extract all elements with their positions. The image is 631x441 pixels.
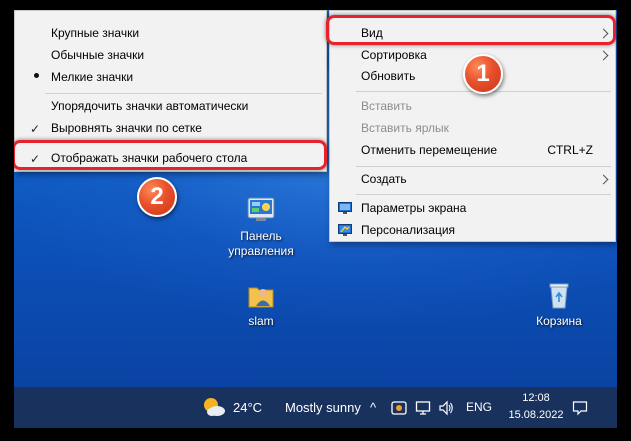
menu-item-paste-shortcut: Вставить ярлык [361,121,449,135]
highlight-view-item [326,15,616,45]
menu-item-display-settings[interactable]: Параметры экрана [361,197,466,219]
highlight-show-icons-item [14,140,327,170]
menu-item-paste: Вставить [361,99,412,113]
recycle-bin-icon [544,280,574,310]
menu-item-align-to-grid[interactable]: Выровнять значки по сетке [51,117,202,139]
desktop-icon-label: slam [248,314,274,328]
notification-icon[interactable] [572,400,588,416]
check-icon: ✓ [30,122,41,136]
taskbar: 24°C Mostly sunny ^ ENG 12:08 15.08.2022 [14,387,617,428]
weather-condition[interactable]: Mostly sunny [285,387,361,428]
desktop-icon-recycle-bin[interactable]: Корзина [514,280,604,329]
menu-separator [356,166,611,167]
menu-item-undo-move[interactable]: Отменить перемещение [361,139,497,161]
menu-item-sort[interactable]: Сортировка [361,44,427,66]
screenshot-frame: Крупные значки Обычные значки Мелкие зна… [0,0,631,441]
step-badge-2: 2 [137,177,177,217]
menu-item-medium-icons[interactable]: Обычные значки [51,44,144,66]
menu-item-refresh[interactable]: Обновить [361,65,415,87]
bullet-icon [34,73,39,78]
personalize-icon [338,224,352,236]
monitor-icon [338,202,352,214]
clock[interactable]: 12:08 15.08.2022 [501,390,571,424]
tray-chevron-icon[interactable]: ^ [370,387,376,428]
menu-separator [45,93,322,94]
menu-item-personalize[interactable]: Персонализация [361,219,455,241]
chevron-right-icon [598,174,609,185]
volume-icon[interactable] [438,400,454,416]
shortcut-undo: CTRL+Z [547,143,593,157]
menu-item-large-icons[interactable]: Крупные значки [51,22,139,44]
chevron-right-icon [598,50,609,61]
menu-separator [356,194,611,195]
desktop-icon-label: Корзина [536,314,582,328]
menu-item-auto-arrange[interactable]: Упорядочить значки автоматически [51,95,248,117]
language-indicator[interactable]: ENG [466,387,492,428]
desktop[interactable]: Крупные значки Обычные значки Мелкие зна… [14,10,617,428]
menu-item-create[interactable]: Создать [361,168,407,190]
user-folder-icon [246,280,276,310]
desktop-icon-label: управления [228,244,294,258]
network-icon[interactable] [415,400,431,416]
menu-item-small-icons[interactable]: Мелкие значки [51,66,133,88]
weather-temperature[interactable]: 24°C [233,387,262,428]
control-panel-icon [246,195,276,225]
weather-sun-icon[interactable] [202,396,226,418]
tray-app-icon[interactable] [391,400,407,416]
clock-date: 15.08.2022 [508,409,564,421]
desktop-icon-label: Панель [240,229,282,243]
desktop-icon-control-panel[interactable]: Панель управления [216,195,306,259]
clock-time: 12:08 [522,392,550,404]
desktop-icon-user-folder[interactable]: slam [216,280,306,329]
step-badge-1: 1 [463,54,503,94]
